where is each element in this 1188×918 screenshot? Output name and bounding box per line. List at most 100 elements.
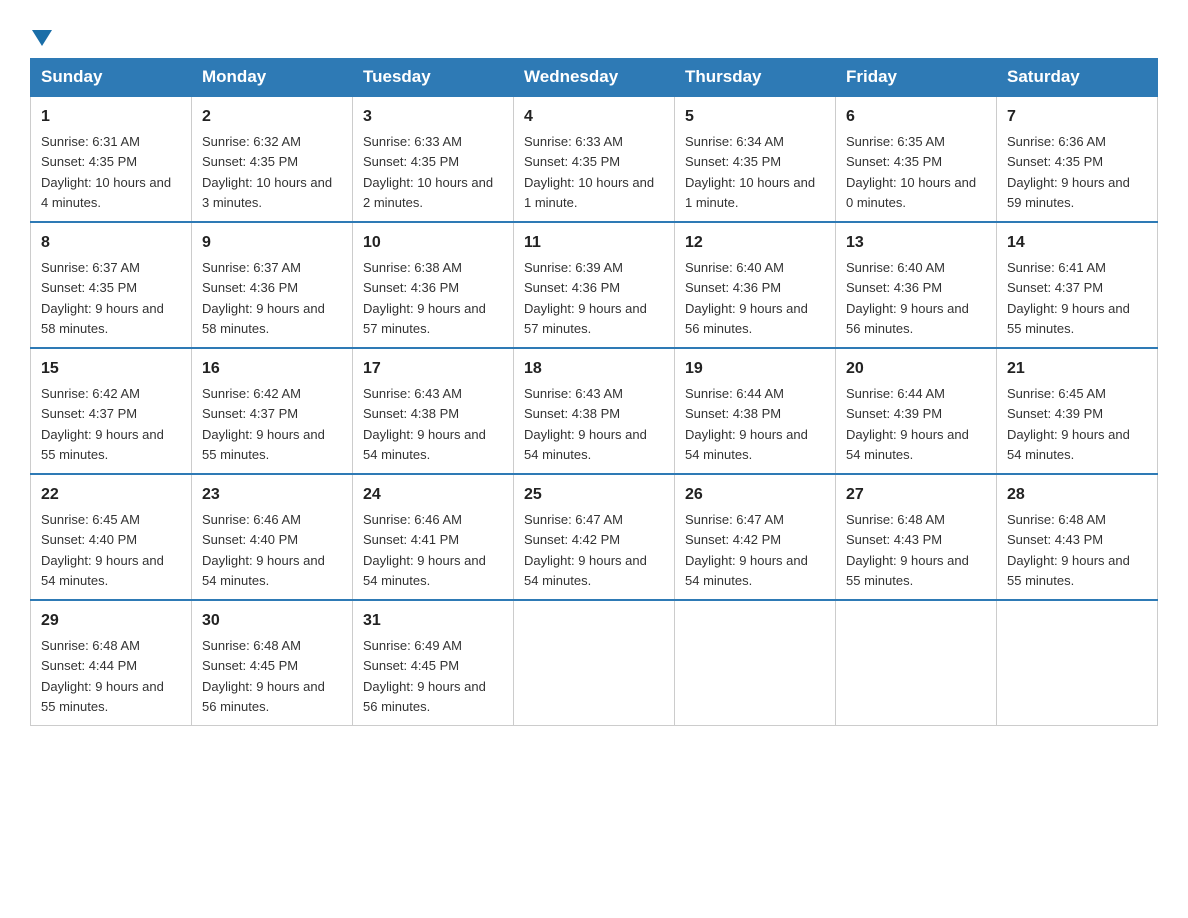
day-info: Sunrise: 6:47 AMSunset: 4:42 PMDaylight:… [685, 512, 808, 588]
day-number: 27 [846, 483, 986, 507]
day-info: Sunrise: 6:48 AMSunset: 4:43 PMDaylight:… [1007, 512, 1130, 588]
day-number: 9 [202, 231, 342, 255]
day-info: Sunrise: 6:42 AMSunset: 4:37 PMDaylight:… [202, 386, 325, 462]
day-number: 31 [363, 609, 503, 633]
day-info: Sunrise: 6:43 AMSunset: 4:38 PMDaylight:… [363, 386, 486, 462]
calendar-cell: 30 Sunrise: 6:48 AMSunset: 4:45 PMDaylig… [192, 600, 353, 726]
calendar-week-row: 15 Sunrise: 6:42 AMSunset: 4:37 PMDaylig… [31, 348, 1158, 474]
day-number: 21 [1007, 357, 1147, 381]
day-info: Sunrise: 6:35 AMSunset: 4:35 PMDaylight:… [846, 134, 976, 210]
calendar-cell: 22 Sunrise: 6:45 AMSunset: 4:40 PMDaylig… [31, 474, 192, 600]
calendar-cell: 16 Sunrise: 6:42 AMSunset: 4:37 PMDaylig… [192, 348, 353, 474]
day-info: Sunrise: 6:46 AMSunset: 4:40 PMDaylight:… [202, 512, 325, 588]
logo-arrow-icon [32, 30, 52, 46]
day-number: 18 [524, 357, 664, 381]
calendar-cell: 21 Sunrise: 6:45 AMSunset: 4:39 PMDaylig… [997, 348, 1158, 474]
day-number: 7 [1007, 105, 1147, 129]
weekday-header-saturday: Saturday [997, 59, 1158, 97]
day-info: Sunrise: 6:39 AMSunset: 4:36 PMDaylight:… [524, 260, 647, 336]
calendar-cell: 14 Sunrise: 6:41 AMSunset: 4:37 PMDaylig… [997, 222, 1158, 348]
calendar-week-row: 8 Sunrise: 6:37 AMSunset: 4:35 PMDayligh… [31, 222, 1158, 348]
calendar-cell: 27 Sunrise: 6:48 AMSunset: 4:43 PMDaylig… [836, 474, 997, 600]
page-header [30, 20, 1158, 48]
calendar-cell: 15 Sunrise: 6:42 AMSunset: 4:37 PMDaylig… [31, 348, 192, 474]
calendar-cell: 13 Sunrise: 6:40 AMSunset: 4:36 PMDaylig… [836, 222, 997, 348]
weekday-header-wednesday: Wednesday [514, 59, 675, 97]
day-number: 26 [685, 483, 825, 507]
calendar-cell: 25 Sunrise: 6:47 AMSunset: 4:42 PMDaylig… [514, 474, 675, 600]
day-number: 14 [1007, 231, 1147, 255]
day-number: 30 [202, 609, 342, 633]
calendar-cell: 8 Sunrise: 6:37 AMSunset: 4:35 PMDayligh… [31, 222, 192, 348]
day-number: 12 [685, 231, 825, 255]
day-number: 1 [41, 105, 181, 129]
calendar-week-row: 22 Sunrise: 6:45 AMSunset: 4:40 PMDaylig… [31, 474, 1158, 600]
day-info: Sunrise: 6:32 AMSunset: 4:35 PMDaylight:… [202, 134, 332, 210]
calendar-cell: 2 Sunrise: 6:32 AMSunset: 4:35 PMDayligh… [192, 96, 353, 222]
calendar-table: SundayMondayTuesdayWednesdayThursdayFrid… [30, 58, 1158, 726]
day-info: Sunrise: 6:33 AMSunset: 4:35 PMDaylight:… [524, 134, 654, 210]
calendar-cell: 9 Sunrise: 6:37 AMSunset: 4:36 PMDayligh… [192, 222, 353, 348]
day-info: Sunrise: 6:40 AMSunset: 4:36 PMDaylight:… [846, 260, 969, 336]
logo-general [30, 30, 52, 48]
day-info: Sunrise: 6:36 AMSunset: 4:35 PMDaylight:… [1007, 134, 1130, 210]
logo [30, 30, 52, 48]
calendar-cell: 6 Sunrise: 6:35 AMSunset: 4:35 PMDayligh… [836, 96, 997, 222]
calendar-cell [514, 600, 675, 726]
day-info: Sunrise: 6:47 AMSunset: 4:42 PMDaylight:… [524, 512, 647, 588]
weekday-header-friday: Friday [836, 59, 997, 97]
day-number: 6 [846, 105, 986, 129]
calendar-cell [836, 600, 997, 726]
weekday-header-thursday: Thursday [675, 59, 836, 97]
calendar-cell: 17 Sunrise: 6:43 AMSunset: 4:38 PMDaylig… [353, 348, 514, 474]
calendar-cell: 19 Sunrise: 6:44 AMSunset: 4:38 PMDaylig… [675, 348, 836, 474]
day-number: 2 [202, 105, 342, 129]
calendar-cell [997, 600, 1158, 726]
day-number: 19 [685, 357, 825, 381]
day-info: Sunrise: 6:41 AMSunset: 4:37 PMDaylight:… [1007, 260, 1130, 336]
day-info: Sunrise: 6:37 AMSunset: 4:35 PMDaylight:… [41, 260, 164, 336]
day-number: 13 [846, 231, 986, 255]
calendar-cell: 26 Sunrise: 6:47 AMSunset: 4:42 PMDaylig… [675, 474, 836, 600]
calendar-cell: 7 Sunrise: 6:36 AMSunset: 4:35 PMDayligh… [997, 96, 1158, 222]
day-info: Sunrise: 6:38 AMSunset: 4:36 PMDaylight:… [363, 260, 486, 336]
day-number: 15 [41, 357, 181, 381]
calendar-week-row: 1 Sunrise: 6:31 AMSunset: 4:35 PMDayligh… [31, 96, 1158, 222]
day-info: Sunrise: 6:43 AMSunset: 4:38 PMDaylight:… [524, 386, 647, 462]
day-number: 8 [41, 231, 181, 255]
calendar-cell: 18 Sunrise: 6:43 AMSunset: 4:38 PMDaylig… [514, 348, 675, 474]
day-number: 28 [1007, 483, 1147, 507]
calendar-cell: 29 Sunrise: 6:48 AMSunset: 4:44 PMDaylig… [31, 600, 192, 726]
day-number: 20 [846, 357, 986, 381]
day-info: Sunrise: 6:37 AMSunset: 4:36 PMDaylight:… [202, 260, 325, 336]
calendar-cell: 10 Sunrise: 6:38 AMSunset: 4:36 PMDaylig… [353, 222, 514, 348]
weekday-header-monday: Monday [192, 59, 353, 97]
calendar-cell: 20 Sunrise: 6:44 AMSunset: 4:39 PMDaylig… [836, 348, 997, 474]
calendar-cell: 3 Sunrise: 6:33 AMSunset: 4:35 PMDayligh… [353, 96, 514, 222]
day-number: 22 [41, 483, 181, 507]
day-info: Sunrise: 6:40 AMSunset: 4:36 PMDaylight:… [685, 260, 808, 336]
day-number: 11 [524, 231, 664, 255]
day-info: Sunrise: 6:34 AMSunset: 4:35 PMDaylight:… [685, 134, 815, 210]
day-number: 17 [363, 357, 503, 381]
day-number: 3 [363, 105, 503, 129]
calendar-cell: 28 Sunrise: 6:48 AMSunset: 4:43 PMDaylig… [997, 474, 1158, 600]
day-info: Sunrise: 6:31 AMSunset: 4:35 PMDaylight:… [41, 134, 171, 210]
calendar-cell: 5 Sunrise: 6:34 AMSunset: 4:35 PMDayligh… [675, 96, 836, 222]
day-info: Sunrise: 6:48 AMSunset: 4:43 PMDaylight:… [846, 512, 969, 588]
calendar-cell: 11 Sunrise: 6:39 AMSunset: 4:36 PMDaylig… [514, 222, 675, 348]
day-info: Sunrise: 6:49 AMSunset: 4:45 PMDaylight:… [363, 638, 486, 714]
calendar-week-row: 29 Sunrise: 6:48 AMSunset: 4:44 PMDaylig… [31, 600, 1158, 726]
weekday-header-sunday: Sunday [31, 59, 192, 97]
day-info: Sunrise: 6:44 AMSunset: 4:39 PMDaylight:… [846, 386, 969, 462]
day-info: Sunrise: 6:33 AMSunset: 4:35 PMDaylight:… [363, 134, 493, 210]
day-number: 16 [202, 357, 342, 381]
day-number: 25 [524, 483, 664, 507]
weekday-header-tuesday: Tuesday [353, 59, 514, 97]
day-info: Sunrise: 6:46 AMSunset: 4:41 PMDaylight:… [363, 512, 486, 588]
day-info: Sunrise: 6:45 AMSunset: 4:39 PMDaylight:… [1007, 386, 1130, 462]
day-info: Sunrise: 6:45 AMSunset: 4:40 PMDaylight:… [41, 512, 164, 588]
calendar-cell: 12 Sunrise: 6:40 AMSunset: 4:36 PMDaylig… [675, 222, 836, 348]
day-info: Sunrise: 6:48 AMSunset: 4:44 PMDaylight:… [41, 638, 164, 714]
day-number: 5 [685, 105, 825, 129]
